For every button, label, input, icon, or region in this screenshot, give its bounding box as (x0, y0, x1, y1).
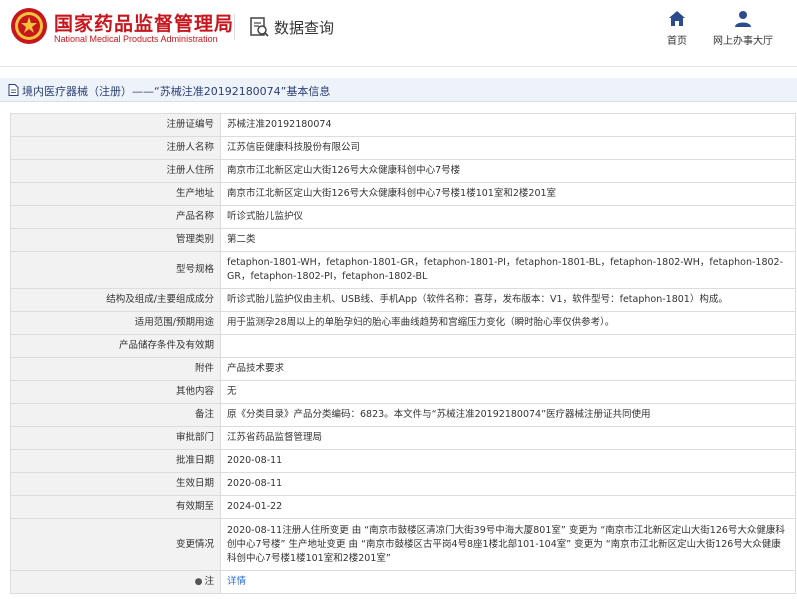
nav-hall-label: 网上办事大厅 (713, 36, 773, 47)
row-label: 变更情况 (10, 518, 221, 571)
row-value: 江苏信臣健康科技股份有限公司 (220, 136, 796, 160)
table-row-note: ● 注 详情 (10, 570, 796, 594)
record-title-bar: 境内医疗器械（注册）——“苏械注准20192180074”基本信息 (0, 78, 797, 102)
site-name-en: National Medical Products Administration (54, 34, 218, 44)
row-label: 注册证编号 (10, 113, 221, 137)
home-icon (669, 11, 685, 26)
row-value: 听诊式胎儿监护仪 (220, 205, 796, 229)
row-value: 用于监测孕28周以上的单胎孕妇的胎心率曲线趋势和宫缩压力变化（瞬时胎心率仅供参考… (220, 311, 796, 335)
row-label: 其他内容 (10, 380, 221, 404)
table-row: 结构及组成/主要组成成分 听诊式胎儿监护仪由主机、USB线、手机App（软件名称… (10, 288, 796, 312)
document-icon (8, 84, 19, 96)
row-value: 听诊式胎儿监护仪由主机、USB线、手机App（软件名称：喜芽，发布版本：V1，软… (220, 288, 796, 312)
user-icon (735, 11, 751, 27)
table-row: 有效期至 2024-01-22 (10, 495, 796, 519)
row-label: 备注 (10, 403, 221, 427)
table-row: 产品名称 听诊式胎儿监护仪 (10, 205, 796, 229)
table-row: 注册人名称 江苏信臣健康科技股份有限公司 (10, 136, 796, 160)
row-value (220, 334, 796, 358)
nav-online-hall[interactable]: 网上办事大厅 (710, 10, 776, 47)
data-query-heading: 数据查询 (248, 15, 334, 39)
row-value: 第二类 (220, 228, 796, 252)
nav-home[interactable]: 首页 (661, 10, 693, 47)
row-label: 管理类别 (10, 228, 221, 252)
row-label: 批准日期 (10, 449, 221, 473)
row-value: 2024-01-22 (220, 495, 796, 519)
pin-icon: ● (194, 577, 203, 587)
note-label-cell: ● 注 (10, 570, 221, 594)
table-row: 适用范围/预期用途 用于监测孕28周以上的单胎孕妇的胎心率曲线趋势和宫缩压力变化… (10, 311, 796, 335)
table-row: 注册证编号 苏械注准20192180074 (10, 113, 796, 137)
details-link[interactable]: 详情 (227, 576, 246, 587)
row-value: 苏械注准20192180074 (220, 113, 796, 137)
row-label: 生效日期 (10, 472, 221, 496)
row-label: 注册人住所 (10, 159, 221, 183)
table-row: 附件 产品技术要求 (10, 357, 796, 381)
row-label: 型号规格 (10, 251, 221, 289)
row-value: 2020-08-11 (220, 449, 796, 473)
emblem-logo[interactable] (10, 7, 48, 45)
header-rule (0, 66, 797, 67)
row-value: 原《分类目录》产品分类编码：6823。本文件与“苏械注准20192180074”… (220, 403, 796, 427)
row-value: 2020-08-11注册人住所变更 由 “南京市鼓楼区清凉门大街39号中海大厦8… (220, 518, 796, 571)
table-row: 管理类别 第二类 (10, 228, 796, 252)
row-value: 南京市江北新区定山大街126号大众健康科创中心7号楼1楼101室和2楼201室 (220, 182, 796, 206)
table-row: 审批部门 江苏省药品监督管理局 (10, 426, 796, 450)
table-row: 备注 原《分类目录》产品分类编码：6823。本文件与“苏械注准201921800… (10, 403, 796, 427)
site-name-cn: 国家药品监督管理局 (54, 13, 235, 35)
row-label: 产品名称 (10, 205, 221, 229)
row-value: 产品技术要求 (220, 357, 796, 381)
row-value: 江苏省药品监督管理局 (220, 426, 796, 450)
row-label: 审批部门 (10, 426, 221, 450)
row-value: fetaphon-1801-WH，fetaphon-1801-GR，fetaph… (220, 251, 796, 289)
row-label: 有效期至 (10, 495, 221, 519)
row-value: 南京市江北新区定山大街126号大众健康科创中心7号楼 (220, 159, 796, 183)
table-row: 产品储存条件及有效期 (10, 334, 796, 358)
table-row: 批准日期 2020-08-11 (10, 449, 796, 473)
query-label: 数据查询 (274, 18, 335, 37)
device-info-table: 注册证编号 苏械注准20192180074 注册人名称 江苏信臣健康科技股份有限… (10, 113, 796, 594)
row-label: 适用范围/预期用途 (10, 311, 221, 335)
table-row: 变更情况 2020-08-11注册人住所变更 由 “南京市鼓楼区清凉门大街39号… (10, 518, 796, 571)
table-row: 生产地址 南京市江北新区定山大街126号大众健康科创中心7号楼1楼101室和2楼… (10, 182, 796, 206)
site-header: 国家药品监督管理局 National Medical Products Admi… (0, 0, 797, 62)
table-row: 其他内容 无 (10, 380, 796, 404)
table-row: 型号规格 fetaphon-1801-WH，fetaphon-1801-GR，f… (10, 251, 796, 289)
table-row: 生效日期 2020-08-11 (10, 472, 796, 496)
row-label: 产品储存条件及有效期 (10, 334, 221, 358)
row-value: 无 (220, 380, 796, 404)
table-row: 注册人住所 南京市江北新区定山大街126号大众健康科创中心7号楼 (10, 159, 796, 183)
row-label: 附件 (10, 357, 221, 381)
row-label: 结构及组成/主要组成成分 (10, 288, 221, 312)
note-value-cell: 详情 (220, 570, 796, 594)
nav-home-label: 首页 (667, 36, 687, 47)
search-document-icon (250, 17, 269, 37)
row-label: 注册人名称 (10, 136, 221, 160)
row-label: 生产地址 (10, 182, 221, 206)
note-label: 注 (204, 576, 214, 587)
record-title: 境内医疗器械（注册）——“苏械注准20192180074”基本信息 (22, 85, 331, 98)
row-value: 2020-08-11 (220, 472, 796, 496)
header-divider (234, 14, 235, 40)
